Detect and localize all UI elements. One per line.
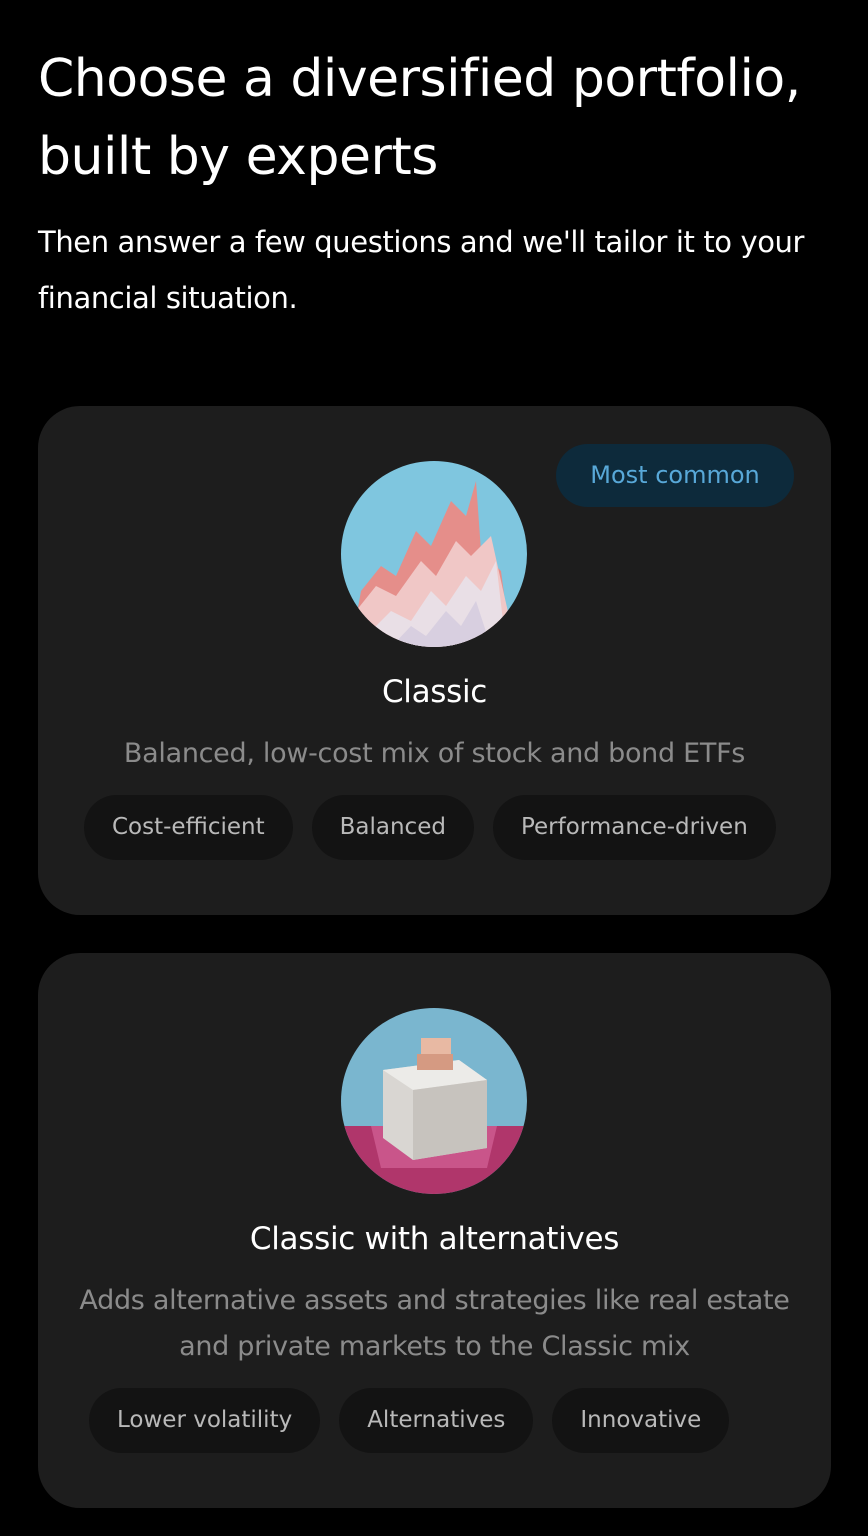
tag-list: Lower volatility Alternatives Innovative <box>89 1388 789 1453</box>
tag-list: Cost-efficient Balanced Performance-driv… <box>84 795 795 860</box>
tag-chip: Innovative <box>552 1388 730 1453</box>
tag-chip: Cost-efficient <box>84 795 293 860</box>
tag-chip: Lower volatility <box>89 1388 321 1453</box>
chart-mountains-image <box>341 461 527 647</box>
card-title: Classic <box>381 674 488 710</box>
tag-chip: Alternatives <box>339 1388 534 1453</box>
gold-cube-image <box>341 1008 527 1194</box>
card-title: Classic with alternatives <box>249 1221 620 1257</box>
most-common-badge: Most common <box>556 444 794 507</box>
tag-chip: Balanced <box>311 795 474 860</box>
tag-chip: Performance-driven <box>492 795 776 860</box>
portfolio-card-classic[interactable]: Most common Classic Balanced, low-cost m… <box>38 406 831 915</box>
portfolio-card-classic-with-alternatives[interactable]: Classic with alternatives Adds alternati… <box>38 953 831 1508</box>
page-subtitle: Then answer a few questions and we'll ta… <box>38 225 805 315</box>
card-description: Adds alternative assets and strategies l… <box>79 1285 790 1362</box>
card-description: Balanced, low-cost mix of stock and bond… <box>123 738 746 769</box>
page-title: Choose a diversified portfolio, built by… <box>38 49 801 187</box>
